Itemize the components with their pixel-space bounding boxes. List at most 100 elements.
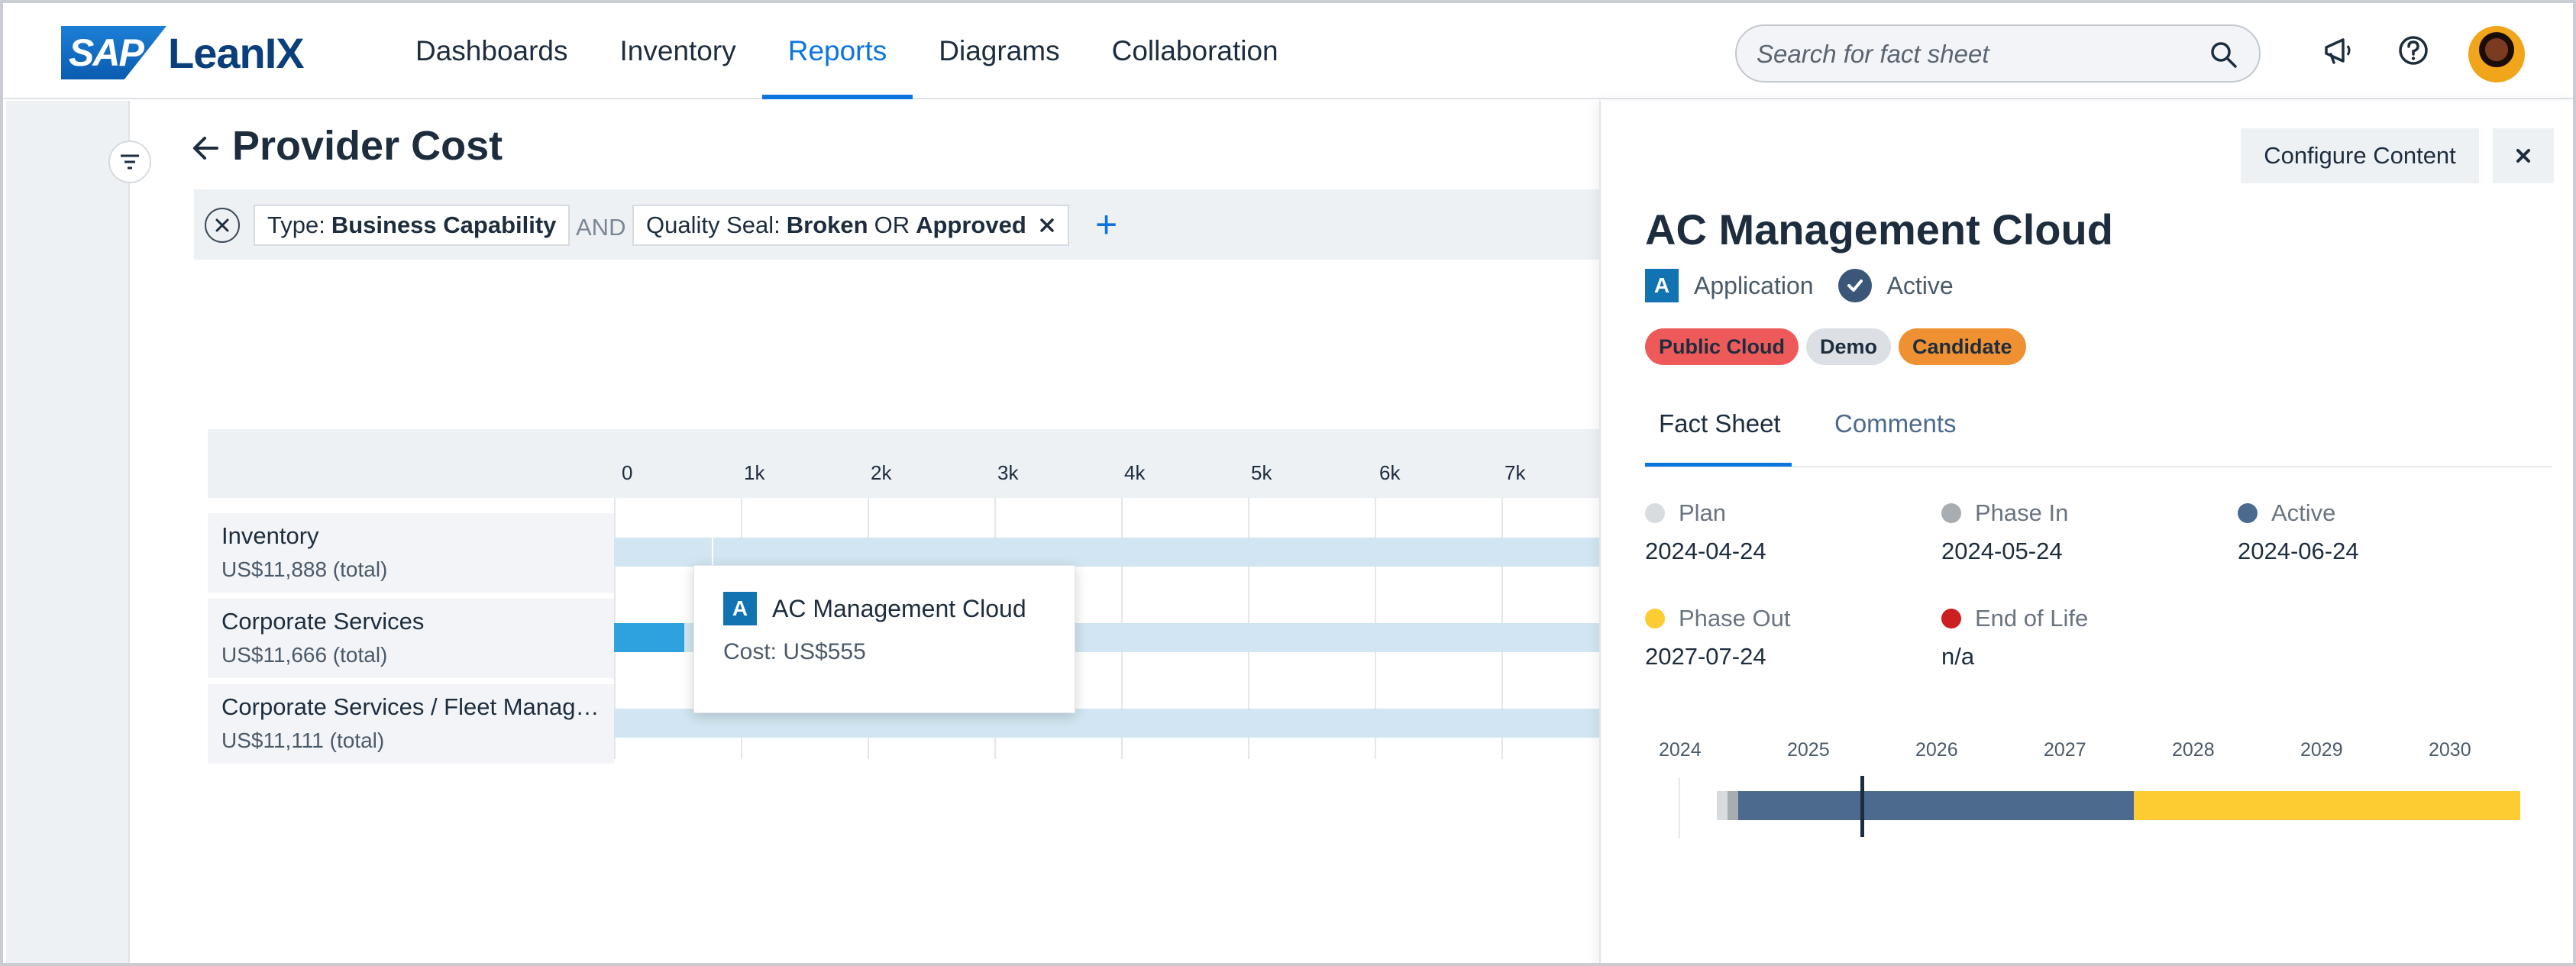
axis-tick-label: 5k <box>1251 461 1272 484</box>
tag-candidate[interactable]: Candidate <box>1899 328 2026 365</box>
phase-name: End of Life <box>1975 605 2089 632</box>
chart-row-label[interactable]: Inventory US$11,888 (total) <box>208 513 614 594</box>
filter-toggle-button[interactable] <box>108 141 151 183</box>
phase-date: n/a <box>1941 643 1975 670</box>
back-arrow-icon[interactable] <box>189 131 223 169</box>
tooltip-title: AC Management Cloud <box>772 594 1026 622</box>
phase-date: 2024-04-24 <box>1645 538 1766 564</box>
phase-date: 2024-06-24 <box>2238 538 2359 564</box>
close-icon <box>2516 149 2530 163</box>
phase-date: 2027-07-24 <box>1645 643 1766 670</box>
leanix-wordmark: LeanIX <box>168 28 305 77</box>
axis-tick-label: 2k <box>871 461 892 484</box>
application-badge: A <box>1645 269 1679 302</box>
filter-chip-type[interactable]: Type: Business Capability <box>254 205 570 246</box>
phase-dot <box>1941 503 1961 523</box>
chart-row-label[interactable]: Corporate Services US$11,666 (total) <box>208 599 614 680</box>
fact-sheet-panel: Configure Content AC Management Cloud A … <box>1599 101 2573 963</box>
timeline-segment-plan[interactable] <box>1717 791 1728 820</box>
nav-reports[interactable]: Reports <box>761 3 913 99</box>
bar-tooltip: A AC Management Cloud Cost: US$555 <box>693 565 1075 713</box>
phase-dot <box>1645 609 1665 628</box>
help-icon[interactable] <box>2395 32 2432 73</box>
nav-inventory[interactable]: Inventory <box>594 3 762 99</box>
search-box <box>1735 24 2261 82</box>
sap-logo: SAP <box>61 26 166 79</box>
axis-tick-label: 6k <box>1379 461 1401 484</box>
lifecycle-phase-phase-out: Phase Out 2027-07-24 <box>1645 605 1790 670</box>
fact-sheet-type: Application <box>1694 271 1814 299</box>
fact-sheet-title: AC Management Cloud <box>1645 205 2113 254</box>
search-input[interactable] <box>1757 34 2184 75</box>
cost-bar[interactable] <box>614 538 1599 567</box>
timeline-segment-active[interactable] <box>1738 791 2134 820</box>
fact-sheet-meta: A Application Active <box>1645 269 1978 302</box>
bar-segment-divider <box>712 538 713 567</box>
tag-demo[interactable]: Demo <box>1806 328 1892 365</box>
lifecycle-phase-plan: Plan 2024-04-24 <box>1645 499 1766 565</box>
tab-comments[interactable]: Comments <box>1834 409 1957 438</box>
lifecycle-phase-end-of-life: End of Life n/a <box>1941 605 2088 670</box>
axis-tick-label: 7k <box>1505 461 1526 484</box>
timeline-year: 2024 <box>1659 739 1702 761</box>
tab-fact-sheet[interactable]: Fact Sheet <box>1659 409 1781 438</box>
search-icon[interactable] <box>2209 40 2239 74</box>
phase-dot <box>2238 503 2258 523</box>
configure-content-button[interactable]: Configure Content <box>2241 128 2479 183</box>
phase-date: 2024-05-24 <box>1941 538 2063 564</box>
timeline-gridline <box>1679 777 1680 838</box>
cost-bar-segment-highlighted[interactable] <box>614 623 684 652</box>
sap-leanix-logo[interactable]: SAP LeanIX <box>61 26 305 79</box>
timeline-year: 2028 <box>2172 739 2215 761</box>
add-filter-button[interactable]: + <box>1095 203 1117 246</box>
axis-tick-label: 0 <box>622 461 633 484</box>
filter-chip-value: Approved <box>916 212 1026 238</box>
fact-sheet-status: Active <box>1886 271 1954 299</box>
timeline-segment-phase-in[interactable] <box>1728 791 1738 820</box>
phase-name: Phase In <box>1975 499 2069 526</box>
timeline-year: 2029 <box>2300 739 2343 761</box>
app-frame: SAP LeanIX Dashboards Inventory Reports … <box>0 0 2576 966</box>
row-name: Inventory <box>221 522 319 549</box>
row-total: US$11,666 (total) <box>221 643 388 667</box>
nav-dashboards[interactable]: Dashboards <box>389 3 594 99</box>
phase-name: Phase Out <box>1679 605 1791 632</box>
filter-chip-key: Type: <box>267 212 325 238</box>
phase-name: Plan <box>1679 499 1727 526</box>
filter-chip-key: Quality Seal: <box>646 212 781 238</box>
today-marker <box>1860 776 1864 837</box>
row-total: US$11,888 (total) <box>221 557 388 581</box>
row-name: Corporate Services / Fleet Manage... <box>221 693 600 720</box>
top-bar: SAP LeanIX Dashboards Inventory Reports … <box>3 3 2573 99</box>
filter-chip-quality-seal[interactable]: Quality Seal: Broken OR Approved <box>632 205 1069 246</box>
check-circle-icon <box>1837 269 1872 302</box>
filter-icon <box>121 154 139 170</box>
timeline-segment-phase-out[interactable] <box>2134 791 2520 820</box>
chart-row-label[interactable]: Corporate Services / Fleet Manage... US$… <box>208 684 614 765</box>
filter-operator-or: OR <box>874 212 910 238</box>
axis-tick-label: 3k <box>997 461 1019 484</box>
filter-bar: Type: Business Capability AND Quality Se… <box>194 189 1599 260</box>
clear-filters-button[interactable] <box>205 208 240 243</box>
megaphone-icon[interactable] <box>2320 32 2357 73</box>
timeline-year: 2026 <box>1915 739 1958 761</box>
tooltip-cost: Cost: US$555 <box>723 639 866 664</box>
user-avatar[interactable] <box>2468 26 2525 82</box>
filter-chip-value: Business Capability <box>331 212 557 238</box>
application-badge: A <box>723 592 757 625</box>
axis-tick-label: 1k <box>744 461 765 484</box>
timeline-year: 2025 <box>1787 739 1830 761</box>
lifecycle-phase-active: Active 2024-06-24 <box>2238 499 2359 565</box>
active-tab-indicator <box>1645 463 1792 467</box>
filter-operator-and: AND <box>576 214 626 241</box>
nav-diagrams[interactable]: Diagrams <box>913 3 1085 99</box>
nav-collaboration[interactable]: Collaboration <box>1086 3 1304 99</box>
report-title: Provider Cost <box>232 123 503 169</box>
close-panel-button[interactable] <box>2493 128 2554 183</box>
phase-name: Active <box>2271 499 2336 526</box>
left-rail <box>6 101 130 963</box>
row-total: US$11,111 (total) <box>221 729 385 752</box>
remove-chip-icon[interactable] <box>1039 217 1055 234</box>
lifecycle-phase-phase-in: Phase In 2024-05-24 <box>1941 499 2068 565</box>
tag-public-cloud[interactable]: Public Cloud <box>1645 328 1799 365</box>
